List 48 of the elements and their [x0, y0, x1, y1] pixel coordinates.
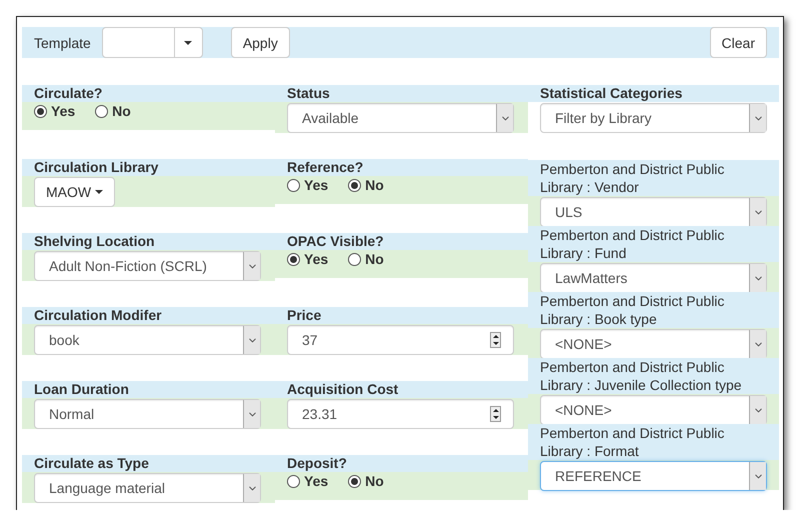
field-label: Circulation Library — [22, 159, 275, 176]
clear-button[interactable]: Clear — [710, 27, 767, 58]
number-field[interactable]: 23.31 — [287, 399, 514, 429]
select-field[interactable]: LawMatters — [540, 263, 767, 293]
select-field[interactable]: book — [34, 325, 261, 355]
stat-category-label: Pemberton and District Public Library : Fund — [528, 226, 779, 262]
radio-option[interactable]: Yes — [287, 251, 328, 267]
radio-option[interactable]: No — [348, 473, 384, 489]
stat-category-label: Pemberton and District Public Library : Juvenile Collection type — [528, 358, 779, 394]
caret-icon — [184, 40, 192, 44]
select-field[interactable]: <NONE> — [540, 395, 767, 425]
field-label: Acquisition Cost — [275, 381, 528, 398]
select-field[interactable]: Language material — [34, 473, 261, 503]
radio-option[interactable]: No — [348, 251, 384, 267]
field-label: Reference? — [275, 159, 528, 176]
library-filter-select[interactable]: Filter by Library — [540, 103, 767, 133]
field-label: Shelving Location — [22, 233, 275, 250]
field-label: Circulation Modifer — [22, 307, 275, 324]
select-field[interactable]: Available — [287, 103, 514, 133]
field-label: Circulate? — [22, 85, 275, 102]
radio-option[interactable]: Yes — [34, 103, 76, 119]
number-field[interactable]: 37 — [287, 325, 514, 355]
radio-option[interactable]: No — [348, 177, 384, 193]
select-field[interactable]: Normal — [34, 399, 261, 429]
template-combobox[interactable] — [102, 27, 203, 58]
field-label: Loan Duration — [22, 381, 275, 398]
apply-button[interactable]: Apply — [230, 27, 290, 58]
spinner-icon — [490, 406, 501, 422]
caret-icon — [95, 190, 104, 194]
template-label: Template — [34, 34, 91, 50]
stat-category-label: Pemberton and District Public Library : Format — [528, 424, 779, 460]
radio-option[interactable]: Yes — [287, 177, 328, 193]
stat-categories-label: Statistical Categories — [528, 85, 779, 102]
field-label: OPAC Visible? — [275, 233, 528, 250]
field-label: Circulate as Type — [22, 455, 275, 472]
field-label: Deposit? — [275, 455, 528, 472]
select-field[interactable]: REFERENCE — [540, 461, 767, 491]
library-dropdown-button[interactable]: MAOW — [34, 177, 116, 207]
select-field[interactable]: <NONE> — [540, 329, 767, 359]
select-field[interactable]: ULS — [540, 197, 767, 227]
radio-option[interactable]: No — [95, 103, 131, 119]
stat-category-label: Pemberton and District Public Library : Book type — [528, 292, 779, 328]
field-label: Price — [275, 307, 528, 324]
stat-category-label: Pemberton and District Public Library : Vendor — [528, 160, 779, 196]
spinner-icon — [490, 332, 501, 348]
radio-option[interactable]: Yes — [287, 473, 328, 489]
field-label: Status — [275, 85, 528, 102]
select-field[interactable]: Adult Non-Fiction (SCRL) — [34, 251, 261, 281]
